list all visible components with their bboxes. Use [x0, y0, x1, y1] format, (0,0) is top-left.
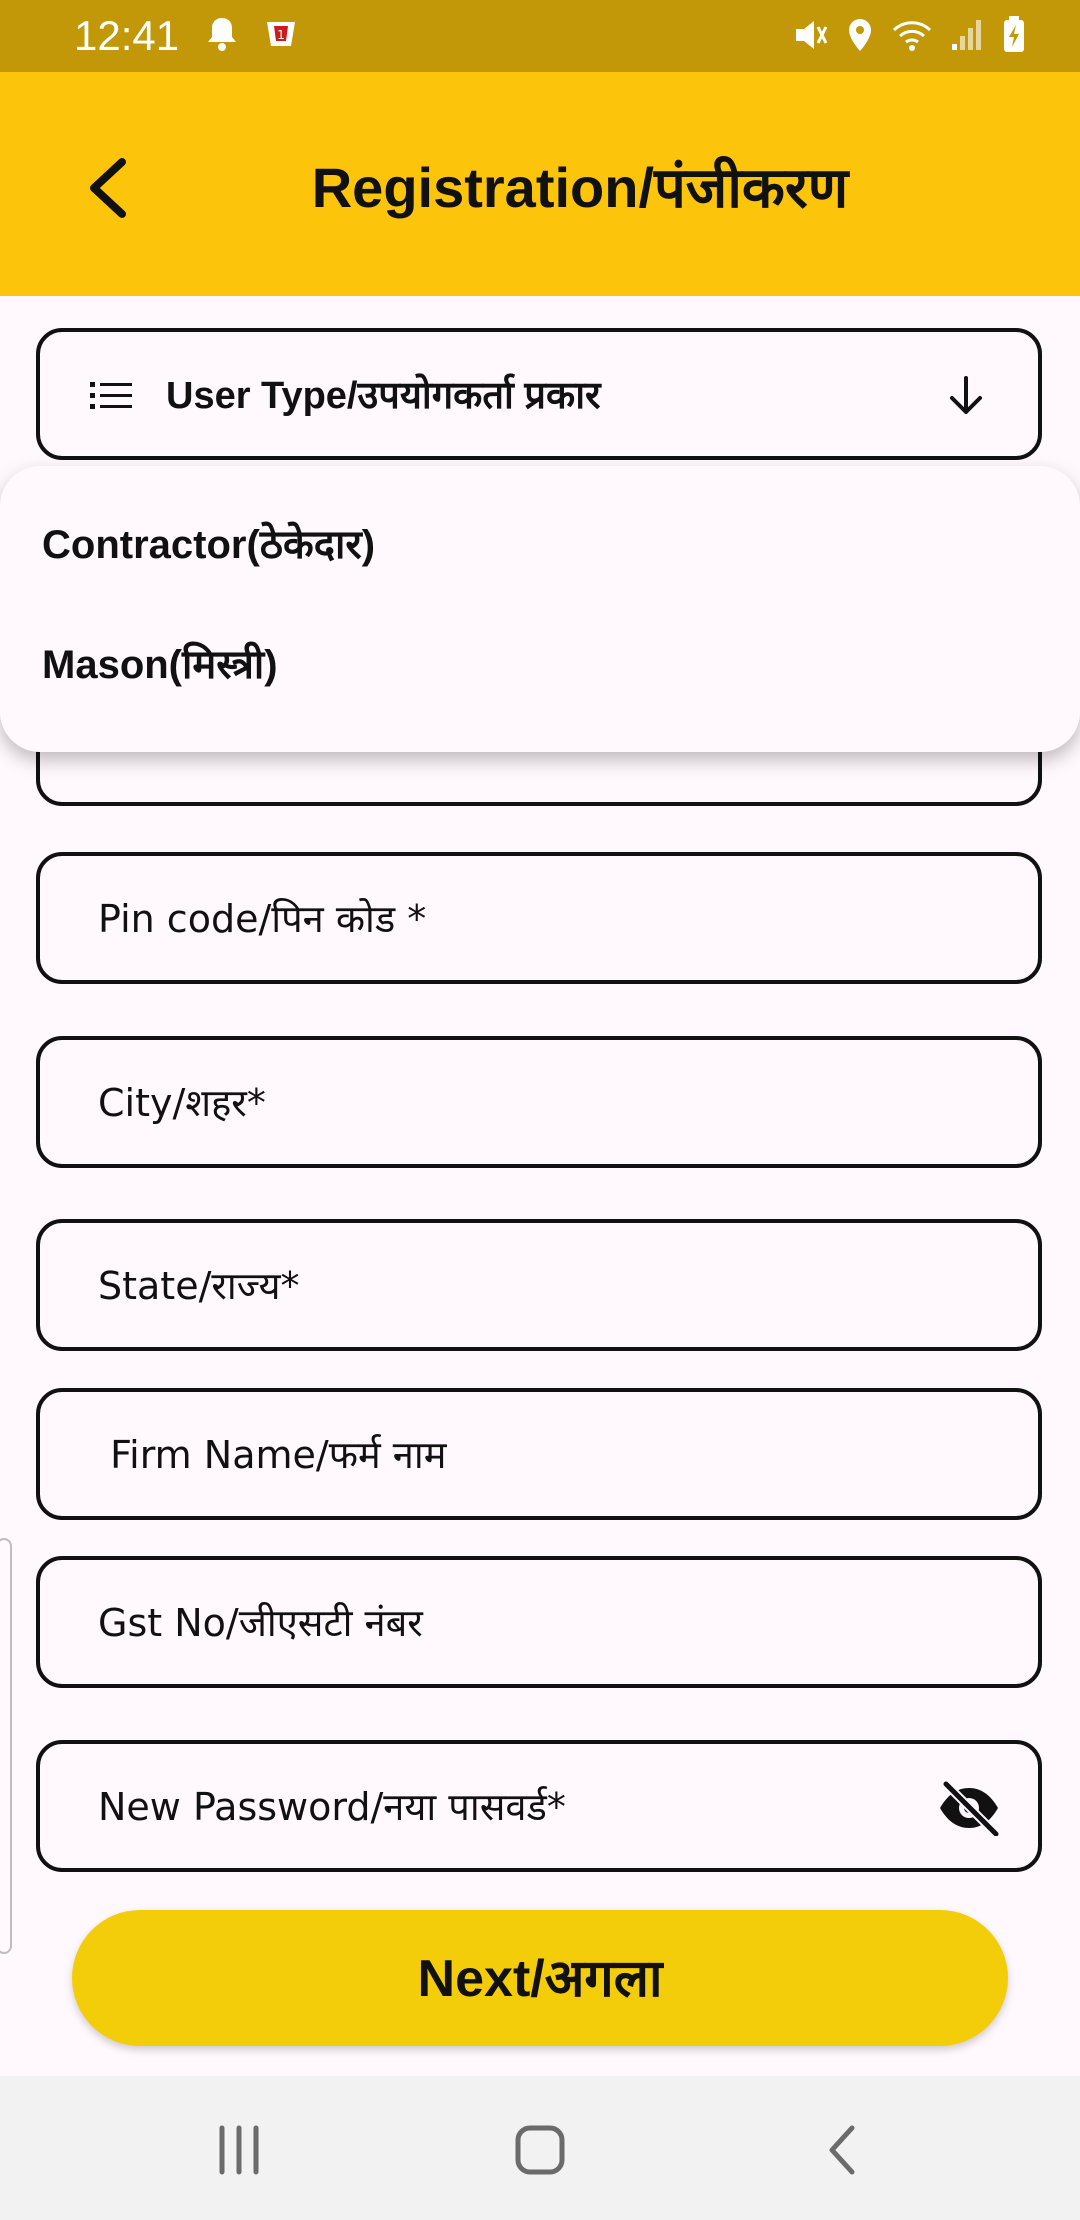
bell-icon: [206, 16, 238, 57]
arrow-down-icon: [944, 372, 988, 425]
edge-panel-handle[interactable]: [0, 1538, 12, 1954]
user-type-dropdown[interactable]: User Type/उपयोगकर्ता प्रकार: [36, 328, 1042, 460]
list-icon: [90, 376, 134, 421]
password-placeholder: New Password/नया पासवर्ड*: [98, 1785, 566, 1829]
nav-back-icon[interactable]: [820, 2120, 864, 2185]
visibility-off-icon[interactable]: [936, 1780, 1002, 1841]
recent-apps-icon[interactable]: [214, 2120, 264, 2185]
pin-code-field[interactable]: Pin code/पिन कोड *: [36, 852, 1042, 984]
city-placeholder: City/शहर*: [98, 1081, 266, 1125]
next-button[interactable]: Next/अगला: [72, 1910, 1008, 2046]
gst-field[interactable]: Gst No/जीएसटी नंबर: [36, 1556, 1042, 1688]
option-contractor[interactable]: Contractor(ठेकेदार): [42, 520, 375, 570]
user-type-menu: Contractor(ठेकेदार) Mason(मिस्त्री): [0, 466, 1080, 752]
app-notification-icon: 1: [264, 17, 298, 56]
user-type-label: User Type/उपयोगकर्ता प्रकार: [166, 375, 601, 417]
firm-name-placeholder: Firm Name/फर्म नाम: [98, 1433, 447, 1477]
app-bar: Registration/पंजीकरण: [0, 72, 1080, 296]
status-time: 12:41: [74, 12, 180, 59]
svg-text:1: 1: [277, 28, 285, 42]
signal-icon: [950, 18, 984, 57]
pin-code-placeholder: Pin code/पिन कोड *: [98, 897, 427, 941]
state-field[interactable]: State/राज्य*: [36, 1219, 1042, 1351]
location-icon: [846, 17, 874, 58]
chevron-left-icon: [78, 158, 138, 232]
back-button[interactable]: [78, 148, 138, 228]
firm-name-field[interactable]: Firm Name/फर्म नाम: [36, 1388, 1042, 1520]
state-placeholder: State/राज्य*: [98, 1264, 300, 1308]
option-mason[interactable]: Mason(मिस्त्री): [42, 640, 278, 690]
page-title: Registration/पंजीकरण: [311, 156, 849, 219]
status-bar: 12:41 1: [0, 0, 1080, 72]
wifi-icon: [892, 18, 932, 57]
battery-charging-icon: [1002, 16, 1026, 59]
password-field[interactable]: New Password/नया पासवर्ड*: [36, 1740, 1042, 1872]
city-field[interactable]: City/शहर*: [36, 1036, 1042, 1168]
home-icon[interactable]: [512, 2120, 568, 2185]
gst-placeholder: Gst No/जीएसटी नंबर: [98, 1601, 423, 1645]
mute-icon: [792, 17, 828, 58]
system-nav-bar: [0, 2076, 1080, 2220]
